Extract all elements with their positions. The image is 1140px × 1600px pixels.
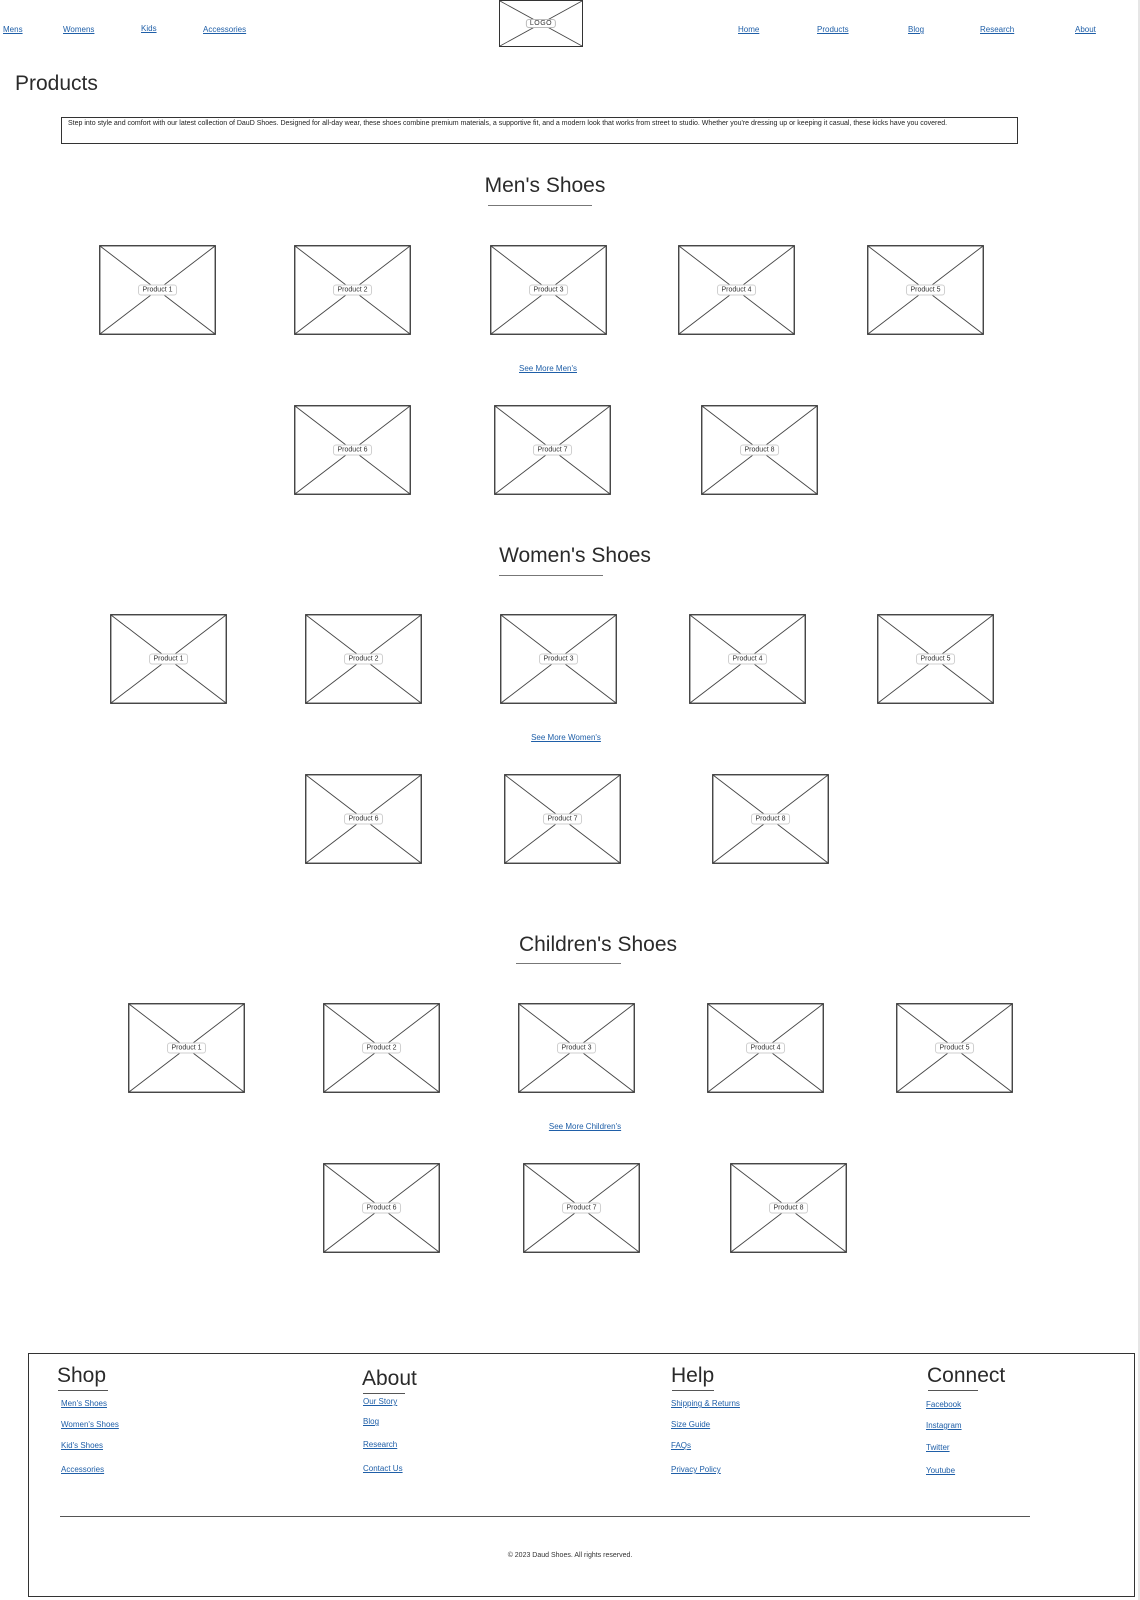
product-label: Product 3	[528, 284, 569, 296]
footer-heading-underline	[928, 1390, 978, 1391]
nav-link-about[interactable]: About	[1075, 25, 1096, 34]
intro-text: Step into style and comfort with our lat…	[61, 117, 1018, 144]
footer-link[interactable]: Facebook	[926, 1400, 961, 1409]
footer-heading-about: About	[362, 1367, 417, 1390]
footer-link[interactable]: Blog	[363, 1417, 379, 1426]
nav-link-kids[interactable]: Kids	[141, 24, 157, 33]
product-label: Product 4	[745, 1042, 786, 1054]
product-card-mens-2[interactable]: Product 2	[294, 245, 411, 335]
footer-heading-shop: Shop	[57, 1364, 107, 1387]
product-card-womens-4[interactable]: Product 4	[689, 614, 806, 704]
product-label: Product 5	[934, 1042, 975, 1054]
nav-link-research[interactable]: Research	[980, 25, 1014, 34]
footer-link[interactable]: Privacy Policy	[671, 1465, 721, 1474]
product-label: Product 6	[361, 1202, 402, 1214]
logo-placeholder[interactable]: LOGO	[499, 0, 583, 47]
product-card-childrens-1[interactable]: Product 1	[128, 1003, 245, 1093]
footer-link[interactable]: Women's Shoes	[61, 1420, 119, 1429]
product-card-womens-7[interactable]: Product 7	[504, 774, 621, 864]
product-label: Product 3	[556, 1042, 597, 1054]
product-label: Product 5	[905, 284, 946, 296]
copyright: © 2023 Daud Shoes. All rights reserved.	[507, 1552, 633, 1559]
product-label: Product 8	[768, 1202, 809, 1214]
footer-link[interactable]: Accessories	[61, 1465, 104, 1474]
footer-heading-underline	[363, 1393, 405, 1394]
product-card-womens-5[interactable]: Product 5	[877, 614, 994, 704]
section-underline	[488, 205, 592, 206]
product-label: Product 3	[538, 653, 579, 665]
product-card-mens-6[interactable]: Product 6	[294, 405, 411, 495]
footer-link[interactable]: Men's Shoes	[61, 1399, 107, 1408]
product-card-mens-4[interactable]: Product 4	[678, 245, 795, 335]
footer-link[interactable]: Size Guide	[671, 1420, 710, 1429]
footer-link[interactable]: Twitter	[926, 1443, 950, 1452]
product-card-mens-1[interactable]: Product 1	[99, 245, 216, 335]
nav-link-products[interactable]: Products	[817, 25, 849, 34]
page-title: Products	[15, 72, 98, 95]
product-label: Product 4	[716, 284, 757, 296]
footer-link[interactable]: Contact Us	[363, 1464, 403, 1473]
footer-link[interactable]: Our Story	[363, 1397, 397, 1406]
product-label: Product 1	[166, 1042, 207, 1054]
footer-link[interactable]: Instagram	[926, 1421, 962, 1430]
product-label: Product 6	[332, 444, 373, 456]
product-card-childrens-6[interactable]: Product 6	[323, 1163, 440, 1253]
nav-link-mens[interactable]: Mens	[3, 25, 23, 34]
product-label: Product 2	[343, 653, 384, 665]
footer-heading-connect: Connect	[927, 1364, 1006, 1387]
product-card-childrens-7[interactable]: Product 7	[523, 1163, 640, 1253]
product-card-womens-8[interactable]: Product 8	[712, 774, 829, 864]
product-label: Product 6	[343, 813, 384, 825]
footer-link[interactable]: FAQs	[671, 1441, 691, 1450]
product-card-childrens-8[interactable]: Product 8	[730, 1163, 847, 1253]
product-label: Product 5	[915, 653, 956, 665]
product-card-womens-1[interactable]: Product 1	[110, 614, 227, 704]
footer-heading-underline	[58, 1390, 108, 1391]
section-underline	[499, 575, 603, 576]
product-label: Product 2	[332, 284, 373, 296]
nav-link-womens[interactable]: Womens	[63, 25, 94, 34]
product-label: Product 7	[532, 444, 573, 456]
section-title-womens: Women's Shoes	[499, 544, 651, 567]
footer-heading-help: Help	[671, 1364, 715, 1387]
product-card-childrens-4[interactable]: Product 4	[707, 1003, 824, 1093]
product-card-childrens-2[interactable]: Product 2	[323, 1003, 440, 1093]
product-card-mens-3[interactable]: Product 3	[490, 245, 607, 335]
footer-heading-underline	[672, 1390, 714, 1391]
footer-link[interactable]: Kid's Shoes	[61, 1441, 103, 1450]
product-label: Product 8	[739, 444, 780, 456]
product-card-mens-5[interactable]: Product 5	[867, 245, 984, 335]
product-card-womens-3[interactable]: Product 3	[500, 614, 617, 704]
footer-divider	[60, 1516, 1030, 1517]
product-label: Product 2	[361, 1042, 402, 1054]
product-label: Product 7	[542, 813, 583, 825]
product-card-childrens-3[interactable]: Product 3	[518, 1003, 635, 1093]
section-title-childrens: Children's Shoes	[518, 933, 678, 956]
product-label: Product 1	[148, 653, 189, 665]
see-more-mens-link[interactable]: See More Men's	[519, 364, 577, 373]
nav-link-home[interactable]: Home	[738, 25, 759, 34]
see-more-womens-link[interactable]: See More Women's	[531, 733, 601, 742]
section-underline	[516, 963, 621, 964]
product-label: Product 4	[727, 653, 768, 665]
section-title-mens: Men's Shoes	[484, 174, 606, 197]
product-label: Product 1	[137, 284, 178, 296]
product-label: Product 7	[561, 1202, 602, 1214]
footer-link[interactable]: Research	[363, 1440, 397, 1449]
product-card-womens-2[interactable]: Product 2	[305, 614, 422, 704]
nav-link-accessories[interactable]: Accessories	[203, 25, 246, 34]
footer-link[interactable]: Youtube	[926, 1466, 955, 1475]
product-card-mens-8[interactable]: Product 8	[701, 405, 818, 495]
footer-link[interactable]: Shipping & Returns	[671, 1399, 740, 1408]
logo-label: LOGO	[525, 19, 557, 28]
product-card-childrens-5[interactable]: Product 5	[896, 1003, 1013, 1093]
nav-link-blog[interactable]: Blog	[908, 25, 924, 34]
product-label: Product 8	[750, 813, 791, 825]
product-card-mens-7[interactable]: Product 7	[494, 405, 611, 495]
see-more-childrens-link[interactable]: See More Children's	[549, 1122, 621, 1131]
product-card-womens-6[interactable]: Product 6	[305, 774, 422, 864]
